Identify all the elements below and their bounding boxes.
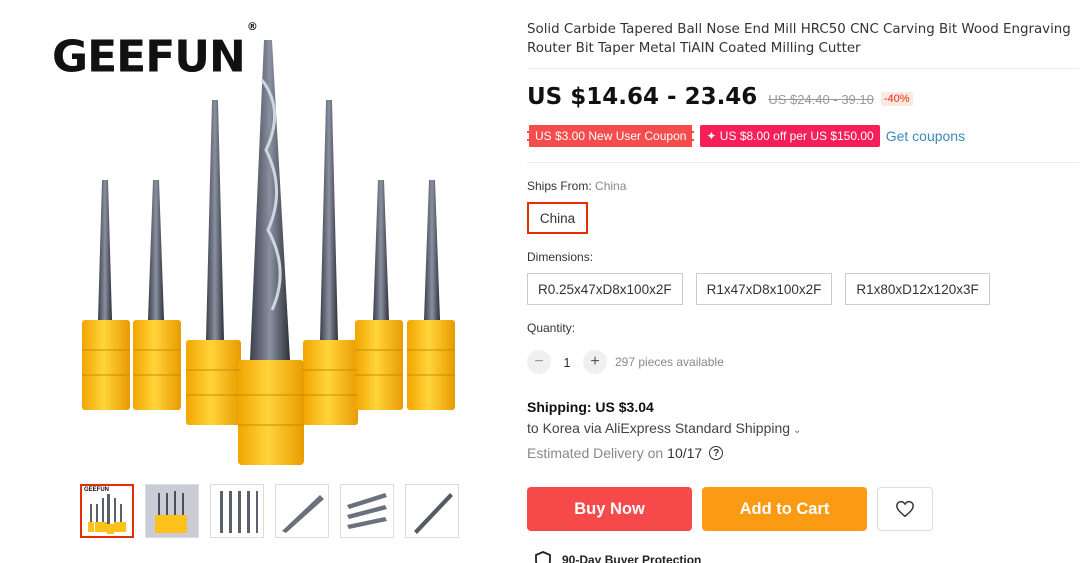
discount-badge: -40%	[880, 92, 913, 106]
quantity-stepper: − 1 + 297 pieces available	[527, 350, 724, 374]
thumbnail-2[interactable]	[145, 484, 199, 538]
get-coupons-link[interactable]: Get coupons	[886, 128, 965, 144]
current-price: US $14.64 - 23.46	[527, 84, 758, 110]
dimension-option[interactable]: R1x47xD8x100x2F	[695, 273, 833, 305]
coupon-row: US $3.00 New User Coupon ✦ US $8.00 off …	[527, 125, 965, 147]
thumbnail-4[interactable]	[275, 484, 329, 538]
thumbnail-3[interactable]	[210, 484, 264, 538]
original-price: US $24.40 - 39.10	[768, 92, 874, 107]
quantity-label: Quantity:	[527, 321, 576, 335]
buy-now-button[interactable]: Buy Now	[527, 487, 692, 531]
store-coupon[interactable]: ✦ US $8.00 off per US $150.00	[700, 125, 880, 147]
shipping-cost: Shipping: US $3.04	[527, 399, 654, 415]
estimated-delivery: Estimated Delivery on 10/17 ?	[527, 445, 724, 461]
dimension-options: R0.25x47xD8x100x2F R1x47xD8x100x2F R1x80…	[527, 273, 990, 305]
dimension-option[interactable]: R0.25x47xD8x100x2F	[527, 273, 683, 305]
quantity-increase-button[interactable]: +	[583, 350, 607, 374]
delivery-date: 10/17	[667, 445, 703, 461]
new-user-coupon[interactable]: US $3.00 New User Coupon	[527, 125, 695, 147]
thumbnail-strip: GEEFUN	[80, 484, 459, 538]
heart-icon	[896, 500, 914, 518]
dimensions-label: Dimensions:	[527, 250, 594, 264]
ships-from-text: Ships From:	[527, 179, 592, 193]
pieces-available: 297 pieces available	[615, 355, 724, 369]
dimension-option[interactable]: R1x80xD12x120x3F	[845, 273, 990, 305]
ships-from-value: China	[595, 179, 627, 193]
thumbnail-5[interactable]	[340, 484, 394, 538]
buyer-protection-label: 90-Day Buyer Protection	[562, 553, 702, 563]
thumbnail-6[interactable]	[405, 484, 459, 538]
quantity-decrease-button[interactable]: −	[527, 350, 551, 374]
shipping-route-text: to Korea via AliExpress Standard Shippin…	[527, 420, 791, 436]
main-product-image[interactable]: GEEFUN®	[40, 20, 490, 475]
thumbnail-1[interactable]: GEEFUN	[80, 484, 134, 538]
add-to-cart-button[interactable]: Add to Cart	[702, 487, 867, 531]
divider	[527, 162, 1079, 163]
chevron-down-icon: ⌄	[793, 425, 802, 436]
help-icon[interactable]: ?	[709, 446, 724, 460]
ships-from-option-china[interactable]: China	[527, 202, 588, 234]
shield-icon	[535, 551, 551, 563]
delivery-label: Estimated Delivery on	[527, 445, 664, 461]
wishlist-button[interactable]	[877, 487, 933, 531]
purchase-actions: Buy Now Add to Cart	[527, 487, 933, 531]
shipping-method-selector[interactable]: to Korea via AliExpress Standard Shippin…	[527, 420, 801, 436]
price-row: US $14.64 - 23.46 US $24.40 - 39.10 -40%	[527, 84, 913, 110]
ships-from-label: Ships From: China	[527, 179, 626, 193]
product-info: Solid Carbide Tapered Ball Nose End Mill…	[527, 20, 1081, 58]
quantity-value[interactable]: 1	[551, 355, 583, 370]
brand-logo: GEEFUN®	[52, 20, 258, 83]
product-title: Solid Carbide Tapered Ball Nose End Mill…	[527, 22, 1071, 56]
divider	[527, 68, 1079, 69]
buyer-protection: 90-Day Buyer Protection	[533, 550, 701, 563]
